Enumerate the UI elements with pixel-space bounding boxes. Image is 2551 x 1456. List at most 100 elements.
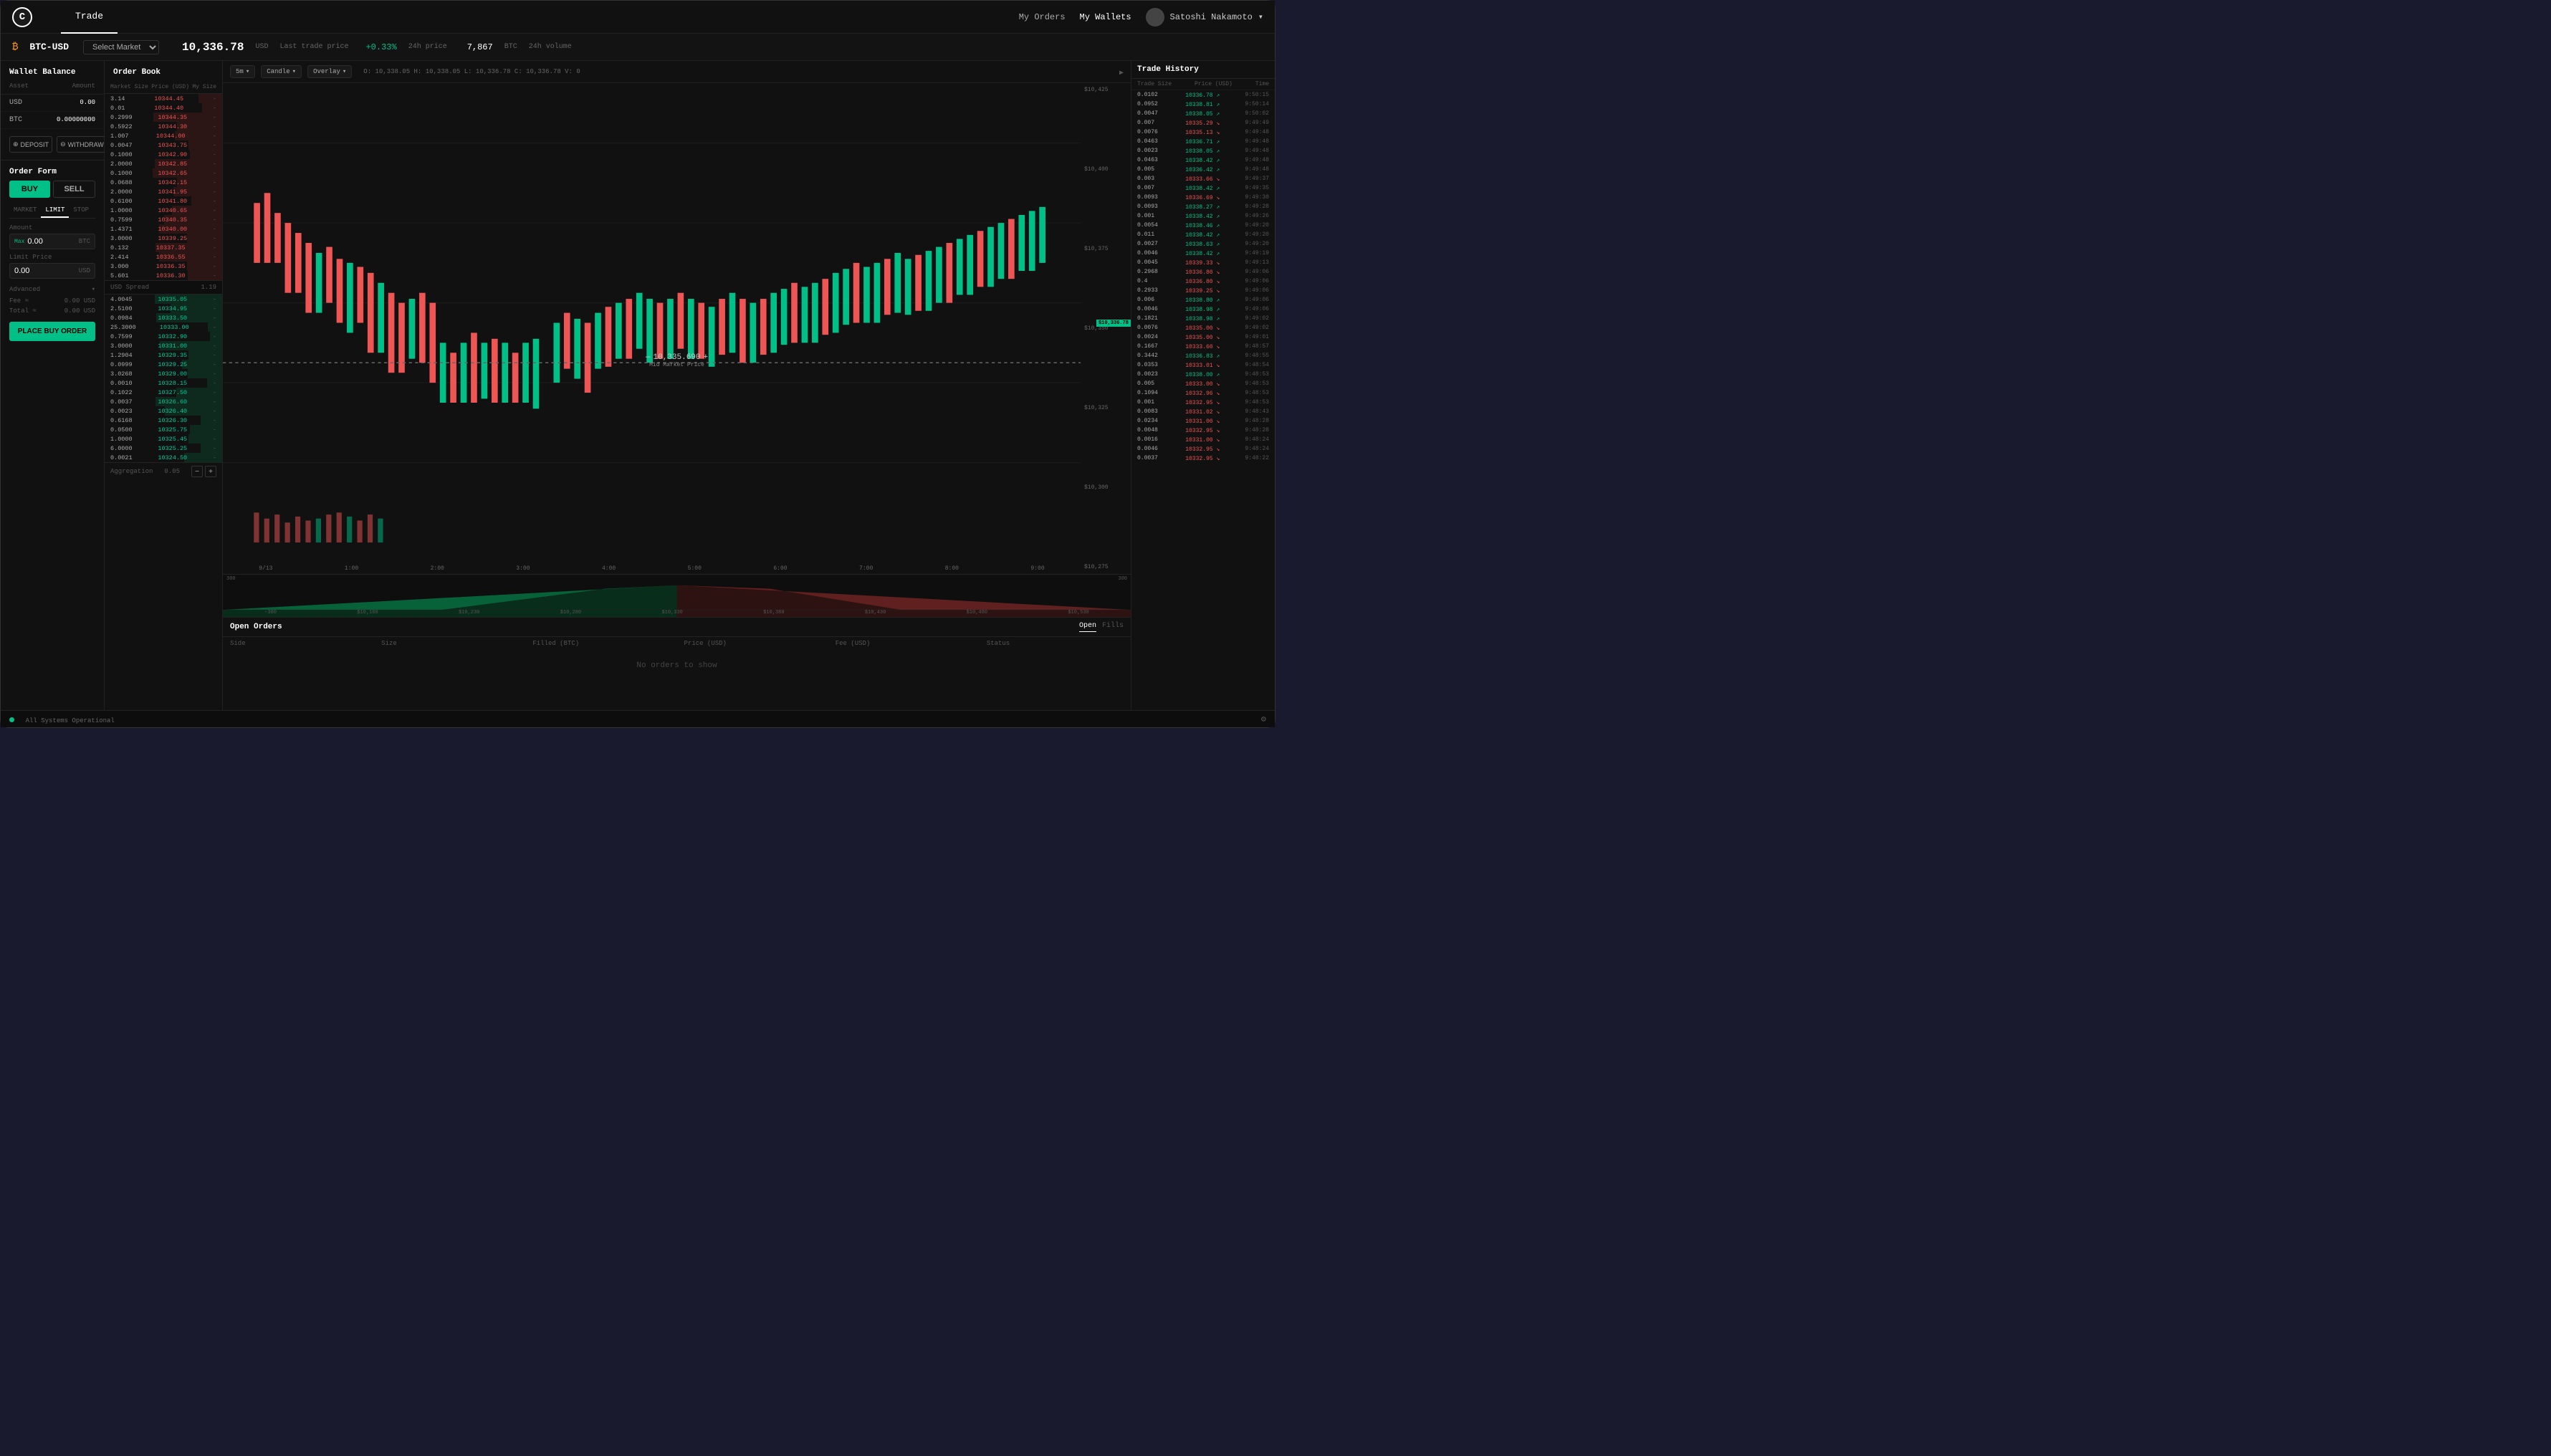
chart-area[interactable]: $10,425 $10,400 $10,375 $10,350 $10,336.… (223, 83, 1131, 574)
trade-size: 0.0093 (1137, 194, 1163, 201)
buy-order-row[interactable]: 0.0984 10333.50 - (105, 313, 222, 322)
sell-order-row[interactable]: 0.7599 10340.35 - (105, 215, 222, 224)
overlay-control[interactable]: Overlay ▾ (307, 65, 352, 78)
withdraw-button[interactable]: ⊖ WITHDRAW (57, 136, 107, 153)
sell-order-row[interactable]: 3.000 10336.35 - (105, 262, 222, 271)
buy-order-row[interactable]: 2.5100 10334.95 - (105, 304, 222, 313)
sell-order-row[interactable]: 0.0047 10343.75 - (105, 140, 222, 150)
buy-order-row[interactable]: 0.7599 10332.90 - (105, 332, 222, 341)
price-level-1: $10,425 (1084, 87, 1127, 93)
trade-tab[interactable]: Trade (61, 1, 118, 34)
buy-order-row[interactable]: 3.0000 10331.00 - (105, 341, 222, 350)
buy-order-row[interactable]: 25.3000 10333.00 - (105, 322, 222, 332)
sell-order-row[interactable]: 1.0000 10340.65 - (105, 206, 222, 215)
trade-price: 10335.29 ↘ (1185, 120, 1222, 127)
buy-order-row[interactable]: 0.0021 10324.50 - (105, 453, 222, 462)
buy-order-row[interactable]: 0.0999 10329.25 - (105, 360, 222, 369)
oo-col-filled: Filled (BTC) (532, 640, 669, 647)
max-link[interactable]: Max (14, 239, 24, 245)
buy-tab[interactable]: BUY (9, 181, 50, 198)
buy-order-row[interactable]: 0.6168 10326.30 - (105, 416, 222, 425)
market-tab[interactable]: MARKET (9, 203, 41, 218)
advanced-row[interactable]: Advanced ▾ (1, 283, 104, 296)
buy-order-row[interactable]: 1.0000 10325.45 - (105, 434, 222, 444)
trade-time: 9:50:02 (1245, 110, 1269, 117)
time-period-control[interactable]: 5m ▾ (230, 65, 255, 78)
place-order-button[interactable]: PLACE BUY ORDER (9, 322, 95, 341)
trade-price: 10336.80 ↘ (1185, 269, 1222, 276)
sell-order-row[interactable]: 1.007 10344.00 - (105, 131, 222, 140)
open-tab[interactable]: Open (1079, 622, 1096, 632)
depth-label-0: -300 (264, 610, 277, 616)
amount-input[interactable] (27, 237, 78, 246)
trade-price: 10332.95 ↘ (1185, 427, 1222, 434)
trade-price: 10339.33 ↘ (1185, 259, 1222, 267)
sell-order-row[interactable]: 5.601 10336.30 - (105, 271, 222, 280)
my-wallets-link[interactable]: My Wallets (1080, 12, 1131, 22)
sell-order-row[interactable]: 2.414 10336.55 - (105, 252, 222, 262)
chart-panel: 5m ▾ Candle ▾ Overlay ▾ O: 10,338.05 H: … (223, 61, 1131, 710)
buy-order-row[interactable]: 0.1022 10327.50 - (105, 388, 222, 397)
market-select[interactable]: Select Market (83, 40, 159, 54)
sell-order-row[interactable]: 0.1000 10342.90 - (105, 150, 222, 159)
user-info[interactable]: Satoshi Nakamoto ▾ (1146, 8, 1263, 27)
sell-order-row[interactable]: 3.14 10344.45 - (105, 94, 222, 103)
sell-order-row[interactable]: 2.0000 10341.95 - (105, 187, 222, 196)
sell-my-size: - (213, 151, 216, 158)
sell-order-row[interactable]: 0.0688 10342.15 - (105, 178, 222, 187)
trade-price: 10331.02 ↘ (1185, 408, 1222, 416)
sell-order-row[interactable]: 0.6100 10341.80 - (105, 196, 222, 206)
aggregation-label: Aggregation (110, 468, 153, 475)
sell-tab[interactable]: SELL (53, 181, 95, 198)
buy-order-row[interactable]: 1.2904 10329.35 - (105, 350, 222, 360)
buy-order-row[interactable]: 3.0268 10329.00 - (105, 369, 222, 378)
my-orders-link[interactable]: My Orders (1019, 12, 1066, 22)
buy-size: 0.0010 (110, 380, 133, 387)
sell-order-row[interactable]: 0.01 10344.40 - (105, 103, 222, 112)
trade-time: 9:49:49 (1245, 120, 1269, 126)
agg-increase-button[interactable]: + (205, 466, 216, 477)
stop-tab[interactable]: STOP (69, 203, 93, 218)
logo-icon[interactable]: C (12, 7, 32, 27)
limit-price-input[interactable] (14, 267, 79, 275)
chart-scroll-right[interactable]: ▶ (1119, 70, 1124, 77)
chart-type-control[interactable]: Candle ▾ (261, 65, 302, 78)
sell-price: 10340.65 (158, 207, 187, 214)
limit-tab[interactable]: LIMIT (41, 203, 69, 218)
sell-order-row[interactable]: 0.5922 10344.30 - (105, 122, 222, 131)
fills-tab[interactable]: Fills (1102, 622, 1124, 632)
chevron-down-icon: ▾ (343, 68, 346, 75)
buy-order-row[interactable]: 4.0045 10335.05 - (105, 294, 222, 304)
trade-size: 0.001 (1137, 399, 1163, 406)
trade-time: 9:48:54 (1245, 362, 1269, 368)
fee-row: Fee ≈ 0.00 USD (1, 296, 104, 306)
sell-order-row[interactable]: 0.1000 10342.65 - (105, 168, 222, 178)
agg-decrease-button[interactable]: − (191, 466, 203, 477)
trade-price: 10338.98 ↗ (1185, 315, 1222, 322)
buy-order-row[interactable]: 0.0023 10326.40 - (105, 406, 222, 416)
sell-order-row[interactable]: 1.4371 10340.00 - (105, 224, 222, 234)
nav-right: My Orders My Wallets Satoshi Nakamoto ▾ (1019, 8, 1263, 27)
trade-time: 9:49:06 (1245, 287, 1269, 294)
main-content: Wallet Balance Asset Amount USD 0.00 BTC… (1, 61, 1275, 710)
trade-size: 0.0046 (1137, 306, 1163, 312)
trade-time: 9:49:35 (1245, 185, 1269, 191)
amount-currency: BTC (79, 238, 90, 245)
buy-order-row[interactable]: 0.0500 10325.75 - (105, 425, 222, 434)
buy-order-row[interactable]: 0.0010 10328.15 - (105, 378, 222, 388)
settings-icon[interactable]: ⚙ (1261, 714, 1266, 724)
buy-price: 10326.30 (158, 417, 187, 424)
sell-order-row[interactable]: 2.0000 10342.85 - (105, 159, 222, 168)
buy-order-row[interactable]: 6.0000 10325.25 - (105, 444, 222, 453)
deposit-button[interactable]: ⊕ DEPOSIT (9, 136, 52, 153)
buy-order-row[interactable]: 0.0037 10326.60 - (105, 397, 222, 406)
sell-order-row[interactable]: 3.0000 10339.25 - (105, 234, 222, 243)
sell-order-row[interactable]: 0.2999 10344.35 - (105, 112, 222, 122)
trade-rows: 0.0102 10336.78 ↗ 9:50:15 0.0952 10338.8… (1131, 90, 1275, 710)
sell-size: 3.000 (110, 263, 129, 270)
time-label-3: 2:00 (431, 565, 444, 572)
sell-order-row[interactable]: 0.132 10337.35 - (105, 243, 222, 252)
trade-price: 10333.60 ↘ (1185, 343, 1222, 350)
trade-time: 9:49:06 (1245, 297, 1269, 303)
depth-yl-top: 300 (226, 576, 236, 582)
